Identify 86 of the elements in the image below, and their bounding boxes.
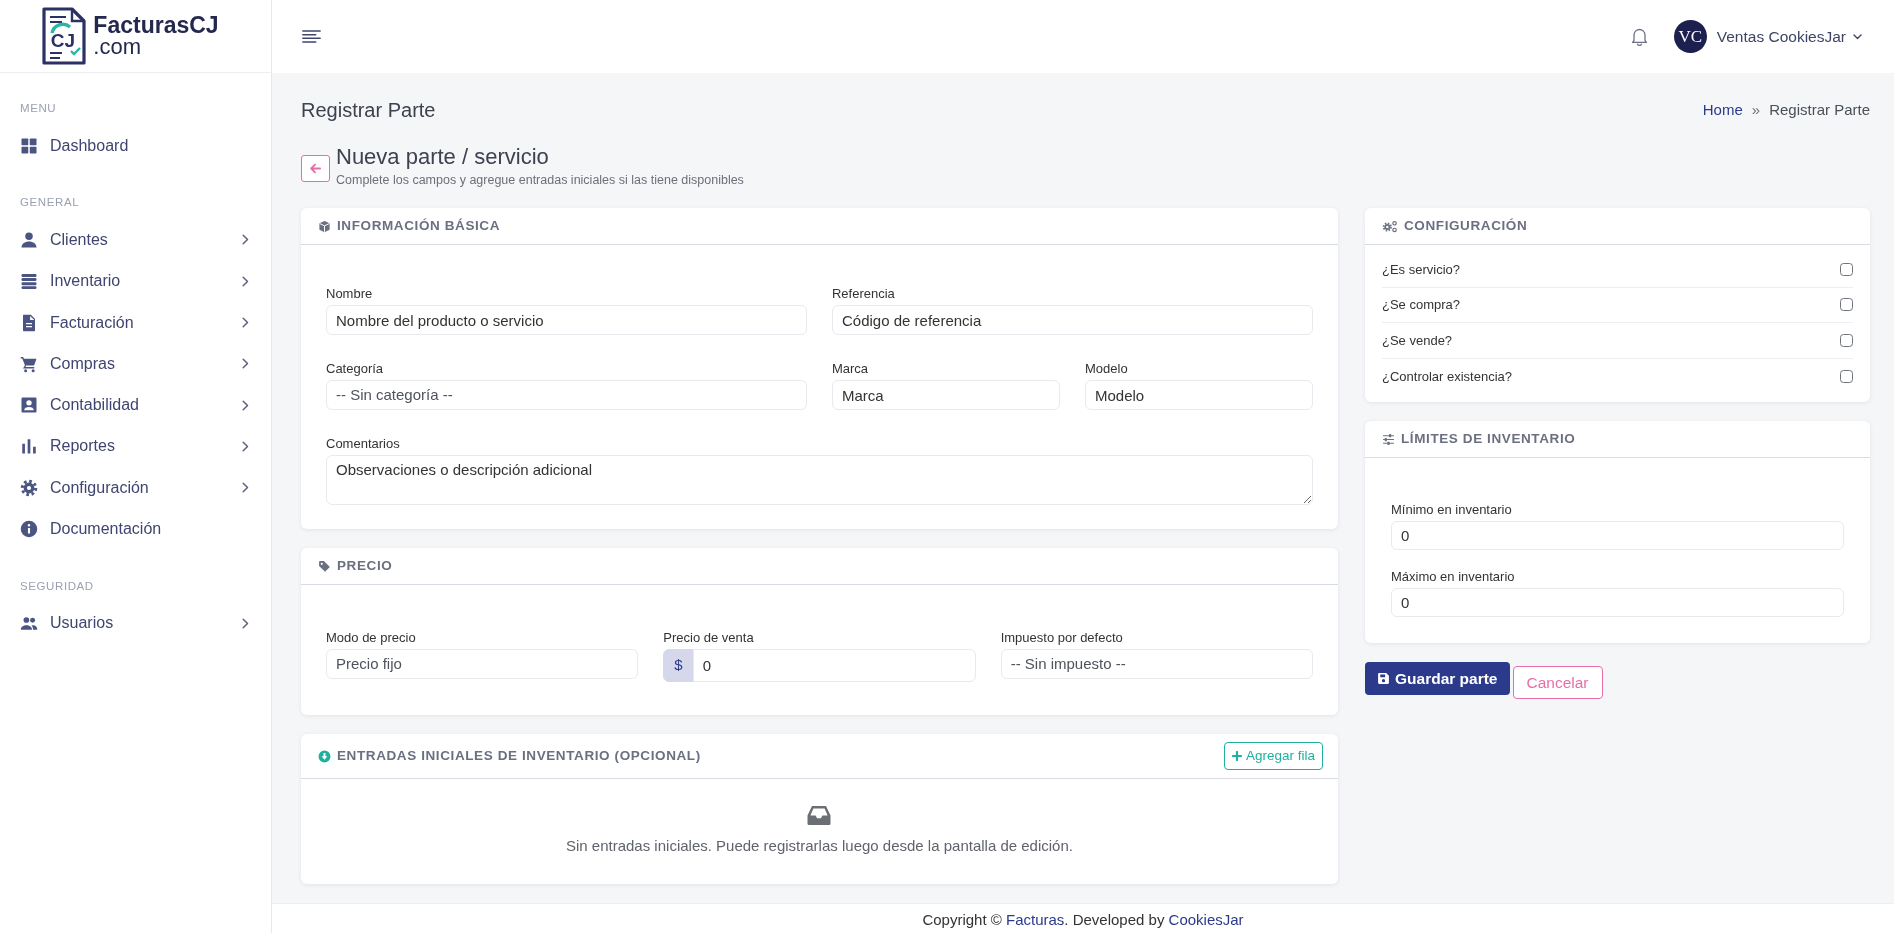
cube-icon <box>318 219 331 233</box>
sidebar-item[interactable]: Usuarios <box>0 602 271 644</box>
currency-addon: $ <box>663 649 694 682</box>
page-title: Registrar Parte <box>301 98 436 123</box>
field-label: Impuesto por defecto <box>1000 630 1124 646</box>
price-field[interactable]: 0 <box>692 649 976 682</box>
number-field[interactable]: 0 <box>1391 588 1844 617</box>
section-title: CONFIGURACIÓN <box>1404 216 1528 235</box>
option-label: ¿Se vende? <box>1382 331 1453 350</box>
save-button[interactable]: Guardar parte <box>1365 662 1510 695</box>
menu-toggle-button[interactable] <box>302 30 321 43</box>
input-field[interactable]: Modelo <box>1084 380 1313 410</box>
breadcrumb-link[interactable]: Home <box>1702 98 1743 122</box>
sidebar-item[interactable]: Clientes <box>0 219 271 261</box>
field-label: Marca <box>832 361 870 377</box>
sidebar-item[interactable]: Compras <box>0 343 271 385</box>
info-icon <box>20 520 38 538</box>
form-subtitle: Complete los campos y agregue entradas iniciales si las tiene disponibles <box>336 172 744 188</box>
comment-field[interactable]: Observaciones o descripción adicional <box>326 455 1313 505</box>
gear-icon <box>20 478 38 497</box>
copyright-text: Copyright © Facturas. Developed by CookiesJar <box>922 909 1244 930</box>
back-button[interactable] <box>301 155 330 182</box>
sidebar-item[interactable]: Documentación <box>0 508 271 550</box>
tag-icon <box>318 559 331 573</box>
field-label: Precio de venta <box>663 630 755 646</box>
person-icon <box>20 230 38 249</box>
select-field[interactable]: Precio fijo <box>326 649 639 679</box>
caret-down-icon <box>1853 33 1862 40</box>
empty-state-text: Sin entradas iniciales. Puede registrarlas luego desde la pantalla de edición. <box>566 837 1073 855</box>
field-label: Modo de precio <box>326 630 417 646</box>
sidebar-item[interactable]: Inventario <box>0 260 271 302</box>
option-label: ¿Es servicio? <box>1382 260 1460 279</box>
sliders-icon <box>1382 432 1395 446</box>
section-heading: SEGURIDAD <box>19 578 95 594</box>
contact-card-icon <box>20 396 38 415</box>
breadcrumb-separator: » <box>1751 99 1761 120</box>
section-heading: MENU <box>19 101 58 116</box>
user-avatar: VC <box>1673 20 1707 53</box>
footer-link[interactable]: CookiesJar <box>1168 910 1244 928</box>
field-label: Nombre <box>326 286 374 302</box>
checkbox[interactable] <box>1839 262 1853 276</box>
field-label: Modelo <box>1084 361 1129 377</box>
notification-bell-icon[interactable] <box>1630 27 1648 46</box>
user-menu[interactable]: VC Ventas CookiesJar <box>1673 20 1862 53</box>
inbox-icon <box>807 805 832 825</box>
field-label: Referencia <box>832 286 896 302</box>
document-icon <box>20 313 38 332</box>
section-title: INFORMACIÓN BÁSICA <box>337 216 501 235</box>
menu-icon <box>302 30 321 43</box>
option-label: ¿Controlar existencia? <box>1382 367 1513 386</box>
cart-icon <box>20 354 38 373</box>
sidebar-item[interactable]: Facturación <box>0 301 271 344</box>
section-heading: GENERAL <box>19 195 81 211</box>
arrow-left-icon <box>310 163 321 174</box>
sidebar-item[interactable]: Reportes <box>0 425 271 468</box>
section-title: ENTRADAS INICIALES DE INVENTARIO (OPCIONAL) <box>337 746 701 765</box>
checkbox[interactable] <box>1839 369 1853 383</box>
input-field[interactable]: Código de referencia <box>832 305 1313 335</box>
sidebar-item[interactable]: Contabilidad <box>0 384 271 426</box>
field-label: Máximo en inventario <box>1391 569 1516 585</box>
people-icon <box>20 614 38 633</box>
section-title: LÍMITES DE INVENTARIO <box>1401 429 1576 448</box>
checkbox[interactable] <box>1839 333 1853 347</box>
sidebar-item[interactable]: Configuración <box>0 467 271 509</box>
brand-domain: .com <box>93 36 143 57</box>
gears-icon <box>1382 219 1398 233</box>
field-label: Categoría <box>326 361 385 377</box>
form-title: Nueva parte / servicio <box>336 146 550 168</box>
select-field[interactable]: -- Sin impuesto -- <box>1000 649 1313 679</box>
brand-logo: CJ <box>42 7 87 65</box>
number-field[interactable]: 0 <box>1391 521 1844 550</box>
select-field[interactable]: -- Sin categoría -- <box>326 380 807 410</box>
brand-name: FacturasCJ <box>93 15 219 36</box>
section-title: PRECIO <box>337 556 393 575</box>
plus-icon <box>1231 751 1242 761</box>
checkbox[interactable] <box>1839 298 1853 312</box>
stack-icon <box>20 272 38 291</box>
sidebar-item[interactable]: Dashboard <box>0 125 271 167</box>
input-field[interactable]: Marca <box>832 380 1060 410</box>
input-field[interactable]: Nombre del producto o servicio <box>326 305 807 335</box>
breadcrumb-current: Registrar Parte <box>1769 99 1870 120</box>
field-label: Mínimo en inventario <box>1391 502 1513 518</box>
bar-chart-icon <box>20 437 38 456</box>
option-label: ¿Se compra? <box>1382 296 1461 314</box>
field-label: Comentarios <box>326 436 401 452</box>
grid-icon <box>20 136 38 155</box>
